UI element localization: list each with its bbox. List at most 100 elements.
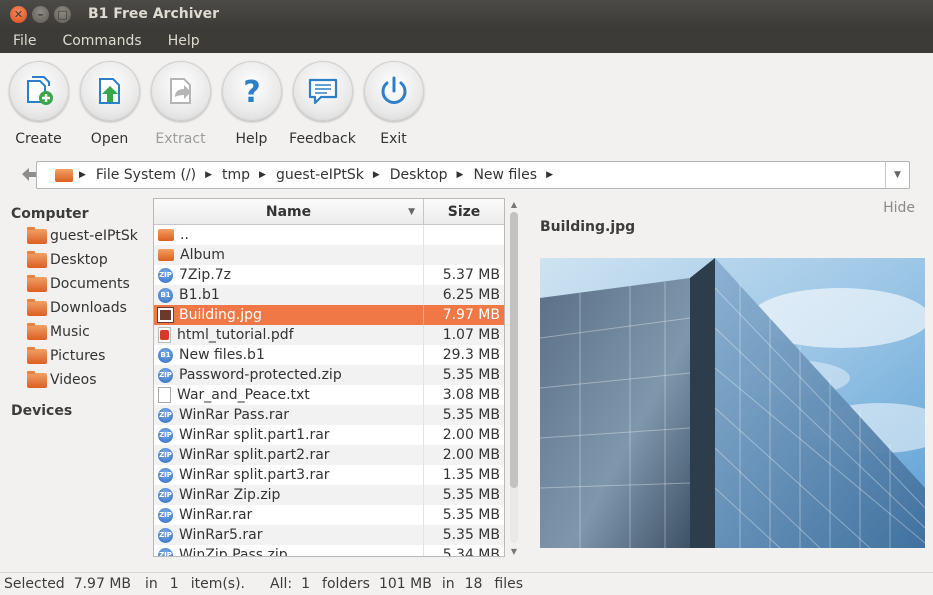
maximize-window-button[interactable]: □ xyxy=(54,5,71,23)
feedback-button[interactable]: Feedback xyxy=(287,53,358,152)
status-selected-count: 1 xyxy=(169,576,179,592)
extract-button[interactable]: Extract xyxy=(145,53,216,152)
file-name: New files.b1 xyxy=(179,347,265,363)
file-name-cell: ZIP WinRar5.rar xyxy=(154,525,424,545)
help-button[interactable]: ? Help xyxy=(216,53,287,152)
breadcrumb-tmp[interactable]: tmp xyxy=(222,167,250,183)
open-button[interactable]: Open xyxy=(74,53,145,152)
sidebar-item-downloads[interactable]: Downloads xyxy=(0,296,152,320)
exit-button[interactable]: Exit xyxy=(358,53,429,152)
table-row[interactable]: ZIP WinZip Pass.zip 5.34 MB xyxy=(154,545,504,556)
crumb-separator-icon: ▶ xyxy=(546,170,553,180)
menu-help[interactable]: Help xyxy=(155,33,213,49)
title-bar: ✕ – □ B1 Free Archiver xyxy=(0,0,933,28)
crumb-separator-icon: ▶ xyxy=(456,170,464,180)
table-row[interactable]: ZIP Password-protected.zip 5.35 MB xyxy=(154,365,504,385)
sidebar-item-desktop[interactable]: Desktop xyxy=(0,248,152,272)
crumb-separator-icon: ▶ xyxy=(205,170,213,180)
file-name-cell: ZIP WinRar split.part3.rar xyxy=(154,465,424,485)
table-row[interactable]: .. xyxy=(154,225,504,245)
breadcrumb-guest[interactable]: guest-eIPtSk xyxy=(276,167,364,183)
table-row[interactable]: B1 B1.b1 6.25 MB xyxy=(154,285,504,305)
breadcrumb-desktop[interactable]: Desktop xyxy=(390,167,448,183)
table-row[interactable]: ZIP WinRar Zip.zip 5.35 MB xyxy=(154,485,504,505)
status-selected-size: 7.97 MB xyxy=(73,576,132,592)
file-size: 2.00 MB xyxy=(442,447,500,463)
table-row[interactable]: War_and_Peace.txt 3.08 MB xyxy=(154,385,504,405)
create-button[interactable]: Create xyxy=(3,53,74,152)
help-label: Help xyxy=(235,131,268,147)
menu-bar: File Commands Help xyxy=(0,28,933,53)
scroll-down-icon[interactable]: ▼ xyxy=(508,545,520,557)
file-list-scrollbar[interactable]: ▲ ▼ xyxy=(508,198,520,557)
file-size: 29.3 MB xyxy=(442,347,500,363)
sidebar-item-music[interactable]: Music xyxy=(0,320,152,344)
file-size: 1.07 MB xyxy=(442,327,500,343)
breadcrumb-new-files[interactable]: New files xyxy=(473,167,537,183)
table-row[interactable]: ZIP 7Zip.7z 5.37 MB xyxy=(154,265,504,285)
sidebar-item-videos[interactable]: Videos xyxy=(0,368,152,392)
file-name-cell: ZIP WinRar split.part1.rar xyxy=(154,425,424,445)
file-size: 5.35 MB xyxy=(442,507,500,523)
column-header-name[interactable]: Name ▼ xyxy=(154,199,424,224)
sidebar-item-pictures[interactable]: Pictures xyxy=(0,344,152,368)
open-label: Open xyxy=(90,131,129,147)
table-row[interactable]: html_tutorial.pdf 1.07 MB xyxy=(154,325,504,345)
hide-preview-button[interactable]: Hide xyxy=(883,200,915,216)
file-name-cell: Building.jpg xyxy=(154,305,424,325)
extract-label: Extract xyxy=(155,131,206,147)
preview-title: Building.jpg xyxy=(540,219,636,235)
crumb-separator-icon: ▶ xyxy=(372,170,380,180)
scroll-track[interactable] xyxy=(510,212,518,543)
table-row[interactable]: ZIP WinRar.rar 5.35 MB xyxy=(154,505,504,525)
status-total-size: 101 MB xyxy=(378,576,432,592)
table-row[interactable]: ZIP WinRar5.rar 5.35 MB xyxy=(154,525,504,545)
toolbar: Create Open Extract ? Help Feedback Exit xyxy=(0,53,933,152)
minimize-window-button[interactable]: – xyxy=(32,5,49,23)
scroll-up-icon[interactable]: ▲ xyxy=(508,198,520,210)
file-name-cell: ZIP WinRar.rar xyxy=(154,505,424,525)
file-name: WinRar split.part1.rar xyxy=(179,427,330,443)
folder-icon xyxy=(158,229,174,241)
file-name: WinRar5.rar xyxy=(179,527,263,543)
sidebar: Computer guest-eIPtSk Desktop Documents … xyxy=(0,198,152,570)
breadcrumb-file-system[interactable]: File System (/) xyxy=(96,167,196,183)
file-name: html_tutorial.pdf xyxy=(177,327,294,343)
table-row[interactable]: ZIP WinRar split.part3.rar 1.35 MB xyxy=(154,465,504,485)
status-selected-label: Selected xyxy=(4,576,65,592)
file-size: 7.97 MB xyxy=(442,307,500,323)
file-size: 5.35 MB xyxy=(442,487,500,503)
file-name: B1.b1 xyxy=(179,287,220,303)
status-all-label: All: xyxy=(270,576,293,592)
archive-icon: ZIP xyxy=(158,367,173,383)
menu-file[interactable]: File xyxy=(0,33,49,49)
status-bar: Selected 7.97 MB in 1 item(s). All: 1 fo… xyxy=(0,572,933,595)
archive-icon: ZIP xyxy=(158,547,173,556)
path-dropdown-button[interactable]: ▼ xyxy=(885,162,909,188)
file-name-cell: ZIP WinRar Zip.zip xyxy=(154,485,424,505)
table-row[interactable]: B1 New files.b1 29.3 MB xyxy=(154,345,504,365)
file-name-cell: ZIP WinRar split.part2.rar xyxy=(154,445,424,465)
table-row[interactable]: Album xyxy=(154,245,504,265)
archive-icon: ZIP xyxy=(158,487,173,503)
menu-commands[interactable]: Commands xyxy=(49,33,154,49)
table-row[interactable]: ZIP WinRar split.part2.rar 2.00 MB xyxy=(154,445,504,465)
file-name-cell: B1 B1.b1 xyxy=(154,285,424,305)
sidebar-item-documents[interactable]: Documents xyxy=(0,272,152,296)
column-header-size[interactable]: Size xyxy=(424,199,504,224)
sidebar-item-label: Music xyxy=(50,324,90,340)
open-archive-icon xyxy=(79,61,140,121)
table-row[interactable]: ZIP WinRar Pass.rar 5.35 MB xyxy=(154,405,504,425)
close-window-button[interactable]: ✕ xyxy=(10,5,27,23)
feedback-icon xyxy=(292,61,353,121)
column-name-label: Name xyxy=(265,203,312,220)
sidebar-heading-devices: Devices xyxy=(11,403,73,419)
table-row[interactable]: Building.jpg 7.97 MB xyxy=(154,305,504,325)
sidebar-item-home[interactable]: guest-eIPtSk xyxy=(0,224,152,248)
folder-icon xyxy=(27,274,47,292)
scroll-thumb[interactable] xyxy=(510,212,518,488)
create-label: Create xyxy=(15,131,62,147)
window-title: B1 Free Archiver xyxy=(88,6,220,22)
table-row[interactable]: ZIP WinRar split.part1.rar 2.00 MB xyxy=(154,425,504,445)
power-icon xyxy=(363,61,424,121)
